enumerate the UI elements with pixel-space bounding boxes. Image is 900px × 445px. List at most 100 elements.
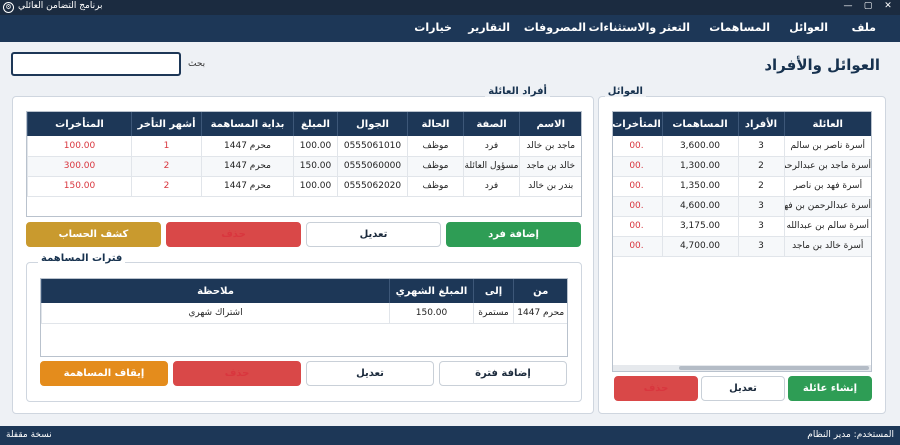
families-header-row: العائلة الأفراد المساهمات المتأخرات	[613, 112, 871, 136]
contributions-cell: 3,600.00	[661, 136, 738, 157]
family-name-cell: أسرة ماجد بن عبدالرحمن	[783, 156, 871, 177]
member-late-months-cell: 1	[131, 136, 202, 157]
menu-families[interactable]: العوائل	[789, 21, 828, 34]
members-panel-title: أفراد العائلة	[485, 86, 550, 97]
search-input[interactable]	[11, 52, 181, 76]
arrears-cell: .00	[613, 136, 662, 157]
table-row[interactable]: ماجد بن خالد فرد موظف 0555061010 100.00 …	[27, 136, 581, 157]
periods-panel-title: فترات المساهمة	[38, 253, 126, 264]
arrears-cell: .00	[613, 196, 662, 217]
family-name-cell: أسرة ناصر بن سالم	[783, 136, 871, 157]
column-header[interactable]: بداية المساهمة	[201, 112, 294, 136]
search-label: بحث	[188, 59, 206, 69]
horizontal-scrollbar[interactable]	[613, 365, 871, 371]
member-name-cell: ماجد بن خالد	[519, 136, 581, 157]
menu-options[interactable]: خيارات	[414, 21, 452, 34]
contributions-cell: 1,300.00	[661, 156, 738, 177]
table-row[interactable]: أسرة ناصر بن سالم 3 3,600.00 .00	[613, 136, 871, 157]
column-header[interactable]: من	[513, 279, 567, 303]
period-amount-cell: 150.00	[389, 303, 474, 324]
edit-period-button[interactable]: تعديل	[306, 361, 434, 386]
account-statement-button[interactable]: كشف الحساب	[26, 222, 161, 247]
delete-member-button[interactable]: حذف	[166, 222, 301, 247]
families-panel-title: العوائل	[604, 86, 646, 97]
member-status-cell: موظف	[407, 156, 464, 177]
column-header[interactable]: الاسم	[519, 112, 581, 136]
status-user: المستخدم: مدير النظام	[807, 430, 894, 440]
menu-file[interactable]: ملف	[852, 21, 876, 34]
arrears-cell: .00	[613, 156, 662, 177]
table-row[interactable]: أسرة سالم بن عبدالله 3 3,175.00 .00	[613, 216, 871, 237]
member-amount-cell: 150.00	[293, 156, 338, 177]
contributions-cell: 4,700.00	[661, 236, 738, 257]
column-header[interactable]: المبلغ	[293, 112, 338, 136]
column-header[interactable]: الصفة	[463, 112, 520, 136]
periods-table: من إلى المبلغ الشهري ملاحظة محرم 1447 مس…	[41, 279, 567, 324]
member-start-cell: محرم 1447	[201, 176, 294, 197]
edit-member-button[interactable]: تعديل	[306, 222, 441, 247]
members-count-cell: 2	[737, 156, 784, 177]
families-grid[interactable]: العائلة الأفراد المساهمات المتأخرات أسرة…	[612, 111, 872, 372]
members-count-cell: 3	[737, 236, 784, 257]
column-header[interactable]: المبلغ الشهري	[389, 279, 474, 303]
menu-expenses[interactable]: المصروفات	[524, 21, 586, 34]
column-header[interactable]: الأفراد	[737, 112, 784, 136]
menu-reports[interactable]: التقارير	[468, 21, 510, 34]
family-name-cell: أسرة سالم بن عبدالله	[783, 216, 871, 237]
member-mobile-cell: 0555060000	[337, 156, 408, 177]
column-header[interactable]: المتأخرات	[613, 112, 662, 136]
table-row[interactable]: أسرة عبدالرحمن بن فهد 3 4,600.00 .00	[613, 196, 871, 217]
column-header[interactable]: العائلة	[783, 112, 871, 136]
member-arrears-cell: 150.00	[27, 176, 132, 197]
add-member-button[interactable]: إضافة فرد	[446, 222, 581, 247]
table-row[interactable]: أسرة فهد بن ناصر 2 1,350.00 .00	[613, 176, 871, 197]
member-role-cell: فرد	[463, 136, 520, 157]
add-period-button[interactable]: إضافة فترة	[439, 361, 567, 386]
table-row[interactable]: خالد بن ماجد مسؤول العائلة موظف 05550600…	[27, 156, 581, 177]
arrears-cell: .00	[613, 216, 662, 237]
gear-icon: ⚙	[3, 2, 14, 13]
member-arrears-cell: 100.00	[27, 136, 132, 157]
periods-grid[interactable]: من إلى المبلغ الشهري ملاحظة محرم 1447 مس…	[40, 278, 568, 357]
member-mobile-cell: 0555061010	[337, 136, 408, 157]
table-row[interactable]: أسرة خالد بن ماجد 3 4,700.00 .00	[613, 236, 871, 257]
stop-contribution-button[interactable]: إيقاف المساهمة	[40, 361, 168, 386]
menu-contributions[interactable]: المساهمات	[709, 21, 770, 34]
delete-family-button[interactable]: حذف	[614, 376, 698, 401]
arrears-cell: .00	[613, 236, 662, 257]
family-name-cell: أسرة عبدالرحمن بن فهد	[783, 196, 871, 217]
edit-family-button[interactable]: تعديل	[701, 376, 785, 401]
members-grid[interactable]: الاسم الصفة الحالة الجوال المبلغ بداية ا…	[26, 111, 582, 217]
title-bar: ⚙ برنامج التضامن العائلي — ▢ ✕	[0, 0, 900, 15]
table-row[interactable]: بندر بن خالد فرد موظف 0555062020 100.00 …	[27, 176, 581, 197]
column-header[interactable]: المساهمات	[661, 112, 738, 136]
scrollbar-thumb[interactable]	[679, 366, 869, 370]
periods-header-row: من إلى المبلغ الشهري ملاحظة	[41, 279, 567, 303]
menu-defaults-exceptions[interactable]: التعثر والاستثناءات	[589, 21, 690, 34]
column-header[interactable]: الحالة	[407, 112, 464, 136]
page-title: العوائل والأفراد	[764, 56, 880, 74]
status-version: نسخة مقفلة	[6, 430, 52, 440]
period-from-cell: محرم 1447	[513, 303, 567, 324]
maximize-icon[interactable]: ▢	[858, 1, 878, 11]
table-row[interactable]: محرم 1447 مستمرة 150.00 اشتراك شهري	[41, 303, 567, 324]
column-header[interactable]: ملاحظة	[41, 279, 390, 303]
contributions-cell: 4,600.00	[661, 196, 738, 217]
column-header[interactable]: أشهر التأخر	[131, 112, 202, 136]
close-icon[interactable]: ✕	[878, 1, 898, 11]
contributions-cell: 1,350.00	[661, 176, 738, 197]
delete-period-button[interactable]: حذف	[173, 361, 301, 386]
member-amount-cell: 100.00	[293, 176, 338, 197]
arrears-cell: .00	[613, 176, 662, 197]
menu-bar: ملف العوائل المساهمات التعثر والاستثناءا…	[0, 15, 900, 42]
column-header[interactable]: المتأخرات	[27, 112, 132, 136]
member-name-cell: خالد بن ماجد	[519, 156, 581, 177]
members-table: الاسم الصفة الحالة الجوال المبلغ بداية ا…	[27, 112, 581, 197]
table-row[interactable]: أسرة ماجد بن عبدالرحمن 2 1,300.00 .00	[613, 156, 871, 177]
column-header[interactable]: إلى	[473, 279, 514, 303]
create-family-button[interactable]: إنشاء عائلة	[788, 376, 872, 401]
member-role-cell: فرد	[463, 176, 520, 197]
members-header-row: الاسم الصفة الحالة الجوال المبلغ بداية ا…	[27, 112, 581, 136]
column-header[interactable]: الجوال	[337, 112, 408, 136]
minimize-icon[interactable]: —	[838, 1, 858, 11]
